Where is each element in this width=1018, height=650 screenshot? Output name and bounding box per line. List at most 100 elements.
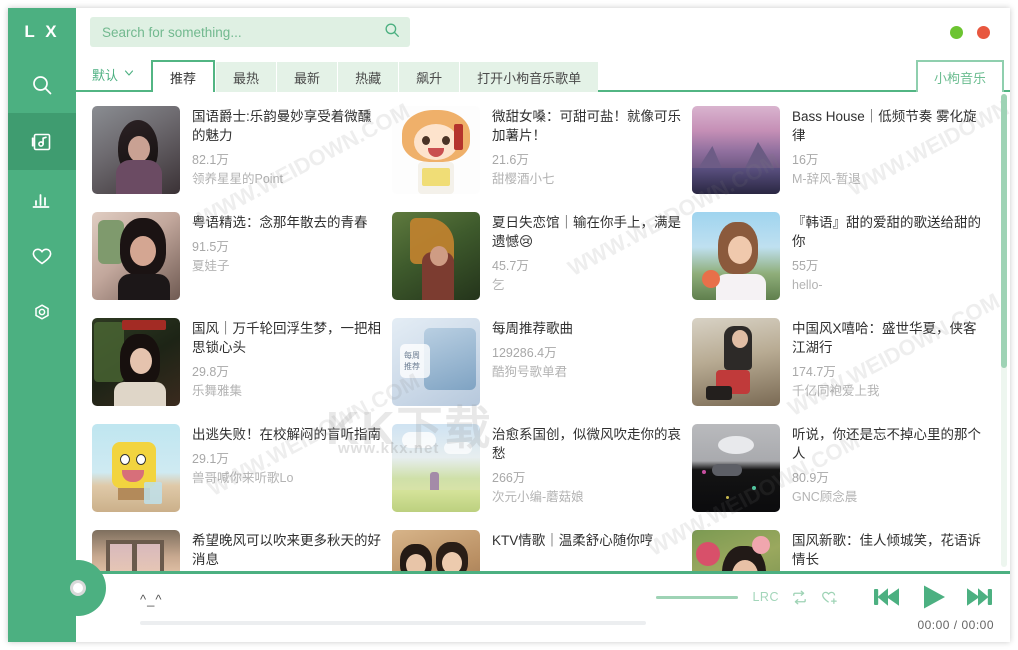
playlist-thumbnail xyxy=(92,424,180,512)
content-scrollbar[interactable] xyxy=(1001,94,1007,567)
heart-icon xyxy=(30,244,54,268)
playlist-info: 国语爵士:乐韵曼妙享受着微醺的魅力 82.1万 领养星星的Point xyxy=(192,106,382,196)
playlist-title: 国风｜万千轮回浮生梦，一把相思锁心头 xyxy=(192,319,382,357)
playback-progress-bar[interactable] xyxy=(140,621,646,625)
playlist-info: 听说，你还是忘不掉心里的那个人 80.9万 GNC顾念晨 xyxy=(792,424,982,514)
sidebar-item-charts[interactable] xyxy=(8,170,76,227)
tab-collected[interactable]: 热藏 xyxy=(337,62,398,92)
playlist-card[interactable]: 国语爵士:乐韵曼妙享受着微醺的魅力 82.1万 领养星星的Point xyxy=(92,98,392,204)
volume-slider[interactable] xyxy=(656,596,738,599)
playlist-info: 出逃失败！在校解闷的盲听指南 29.1万 兽哥喊你来听歌Lo xyxy=(192,424,382,514)
minimize-button[interactable] xyxy=(950,26,963,39)
lyrics-toggle[interactable]: LRC xyxy=(752,590,779,604)
tab-newest[interactable]: 最新 xyxy=(276,62,337,92)
playlist-card[interactable]: 微甜女嗓：可甜可盐！就像可乐加薯片！ 21.6万 甜樱酒小七 xyxy=(392,98,692,204)
repeat-icon[interactable] xyxy=(791,589,808,606)
sort-selector-label: 默认 xyxy=(92,65,118,84)
sidebar-item-music-library[interactable] xyxy=(8,113,76,170)
tab-open-playlist[interactable]: 打开小枸音乐歌单 xyxy=(459,62,598,92)
playlist-author: 酷狗号歌单君 xyxy=(492,364,682,380)
playlist-card[interactable]: 『韩语』甜的爱甜的歌送给甜的你 55万 hello- xyxy=(692,204,992,310)
playlist-author: 夏娃子 xyxy=(192,258,382,274)
playlist-author: M-辞风-暂退 xyxy=(792,171,982,187)
playlist-card[interactable]: 国风｜万千轮回浮生梦，一把相思锁心头 29.8万 乐舞雅集 xyxy=(92,310,392,416)
previous-track-button[interactable] xyxy=(872,584,902,610)
now-playing-title: ^_^ xyxy=(140,591,646,609)
playlist-play-count: 80.9万 xyxy=(792,470,982,486)
playlist-play-count: 266万 xyxy=(492,470,682,486)
close-button[interactable] xyxy=(977,26,990,39)
playlist-author: 乞 xyxy=(492,277,682,293)
tab-source-xiaogou[interactable]: 小枸音乐 xyxy=(916,60,1004,92)
playlist-title: Bass House｜低频节奏 雾化旋律 xyxy=(792,107,982,145)
playlist-card[interactable]: 治愈系国创，似微风吹走你的哀愁 266万 次元小编-蘑菇娘 xyxy=(392,416,692,522)
playlist-title: 听说，你还是忘不掉心里的那个人 xyxy=(792,425,982,463)
playlist-card[interactable]: KTV情歌｜温柔舒心随你哼 xyxy=(392,522,692,574)
playlist-title: 『韩语』甜的爱甜的歌送给甜的你 xyxy=(792,213,982,251)
main-panel: 默认 推荐 最热 最新 热藏 飙升 打开小枸音乐歌单 小枸音乐 xyxy=(76,8,1010,642)
playlist-card[interactable]: 国风新歌：佳人倾城笑，花语诉情长 xyxy=(692,522,992,574)
playlist-title: 夏日失恋馆｜输在你手上，满是遗憾😢 xyxy=(492,213,682,251)
playlist-info: Bass House｜低频节奏 雾化旋律 16万 M-辞风-暂退 xyxy=(792,106,982,196)
playlist-thumbnail xyxy=(692,318,780,406)
playlist-play-count: 55万 xyxy=(792,258,982,274)
sidebar-item-favorites[interactable] xyxy=(8,227,76,284)
playlist-author: GNC顾念晨 xyxy=(792,489,982,505)
playlist-title: 治愈系国创，似微风吹走你的哀愁 xyxy=(492,425,682,463)
playlist-play-count: 91.5万 xyxy=(192,239,382,255)
vinyl-disc-icon[interactable] xyxy=(50,560,106,616)
playlist-info: 希望晚风可以吹来更多秋天的好消息 xyxy=(192,530,382,574)
playlist-card[interactable]: 出逃失败！在校解闷的盲听指南 29.1万 兽哥喊你来听歌Lo xyxy=(92,416,392,522)
playlist-author: 兽哥喊你来听歌Lo xyxy=(192,470,382,486)
playlist-play-count: 16万 xyxy=(792,152,982,168)
bar-chart-icon xyxy=(30,187,54,211)
playlist-info: 『韩语』甜的爱甜的歌送给甜的你 55万 hello- xyxy=(792,212,982,302)
playlist-author: 次元小编-蘑菇娘 xyxy=(492,489,682,505)
play-button[interactable] xyxy=(918,582,948,612)
playlist-title: 出逃失败！在校解闷的盲听指南 xyxy=(192,425,382,444)
playlist-title: KTV情歌｜温柔舒心随你哼 xyxy=(492,531,682,550)
scrollbar-thumb[interactable] xyxy=(1001,94,1007,368)
playlist-author: 甜樱酒小七 xyxy=(492,171,682,187)
playlist-thumbnail xyxy=(92,318,180,406)
heart-plus-icon[interactable] xyxy=(820,588,838,606)
search-box[interactable] xyxy=(90,17,410,47)
playlist-info: KTV情歌｜温柔舒心随你哼 xyxy=(492,530,682,574)
playlist-card[interactable]: Bass House｜低频节奏 雾化旋律 16万 M-辞风-暂退 xyxy=(692,98,992,204)
playlist-thumbnail xyxy=(392,424,480,512)
playlist-thumbnail xyxy=(92,212,180,300)
playlist-card[interactable]: 中国风X嘻哈：盛世华夏，侠客江湖行 174.7万 千亿同袍爱上我 xyxy=(692,310,992,416)
playlist-author: 千亿同袍爱上我 xyxy=(792,383,982,399)
playlist-card[interactable]: 夏日失恋馆｜输在你手上，满是遗憾😢 45.7万 乞 xyxy=(392,204,692,310)
playlist-title: 国语爵士:乐韵曼妙享受着微醺的魅力 xyxy=(192,107,382,145)
app-logo: L X xyxy=(8,8,76,56)
playlist-card[interactable]: 希望晚风可以吹来更多秋天的好消息 xyxy=(92,522,392,574)
tab-hottest[interactable]: 最热 xyxy=(215,62,276,92)
player-controls-area: LRC xyxy=(646,574,996,642)
vinyl-disc-hole xyxy=(70,580,86,596)
playlist-info: 治愈系国创，似微风吹走你的哀愁 266万 次元小编-蘑菇娘 xyxy=(492,424,682,514)
app-root: L X xyxy=(0,0,1018,650)
playlist-author: 乐舞雅集 xyxy=(192,383,382,399)
application-window: L X xyxy=(8,8,1010,642)
sidebar: L X xyxy=(8,8,76,642)
playlist-grid: 国语爵士:乐韵曼妙享受着微醺的魅力 82.1万 领养星星的Point xyxy=(76,92,1010,574)
playlist-title: 希望晚风可以吹来更多秋天的好消息 xyxy=(192,531,382,569)
search-icon[interactable] xyxy=(383,21,401,44)
player-control-row: LRC xyxy=(656,584,996,610)
next-track-button[interactable] xyxy=(964,584,994,610)
player-artwork-area xyxy=(76,574,128,642)
playlist-info: 国风新歌：佳人倾城笑，花语诉情长 xyxy=(792,530,982,574)
playlist-thumbnail xyxy=(692,106,780,194)
playlist-card[interactable]: 每周推荐 每周推荐歌曲 129286.4万 酷狗号歌单君 xyxy=(392,310,692,416)
sort-selector[interactable]: 默认 xyxy=(76,65,151,92)
tab-rising[interactable]: 飙升 xyxy=(398,62,459,92)
playlist-title: 国风新歌：佳人倾城笑，花语诉情长 xyxy=(792,531,982,569)
sidebar-item-settings[interactable] xyxy=(8,284,76,341)
sidebar-item-search[interactable] xyxy=(8,56,76,113)
search-input[interactable] xyxy=(102,25,383,40)
playlist-card[interactable]: 粤语精选：念那年散去的青春 91.5万 夏娃子 xyxy=(92,204,392,310)
search-icon xyxy=(30,73,54,97)
playlist-card[interactable]: 听说，你还是忘不掉心里的那个人 80.9万 GNC顾念晨 xyxy=(692,416,992,522)
tab-recommend[interactable]: 推荐 xyxy=(151,60,215,92)
